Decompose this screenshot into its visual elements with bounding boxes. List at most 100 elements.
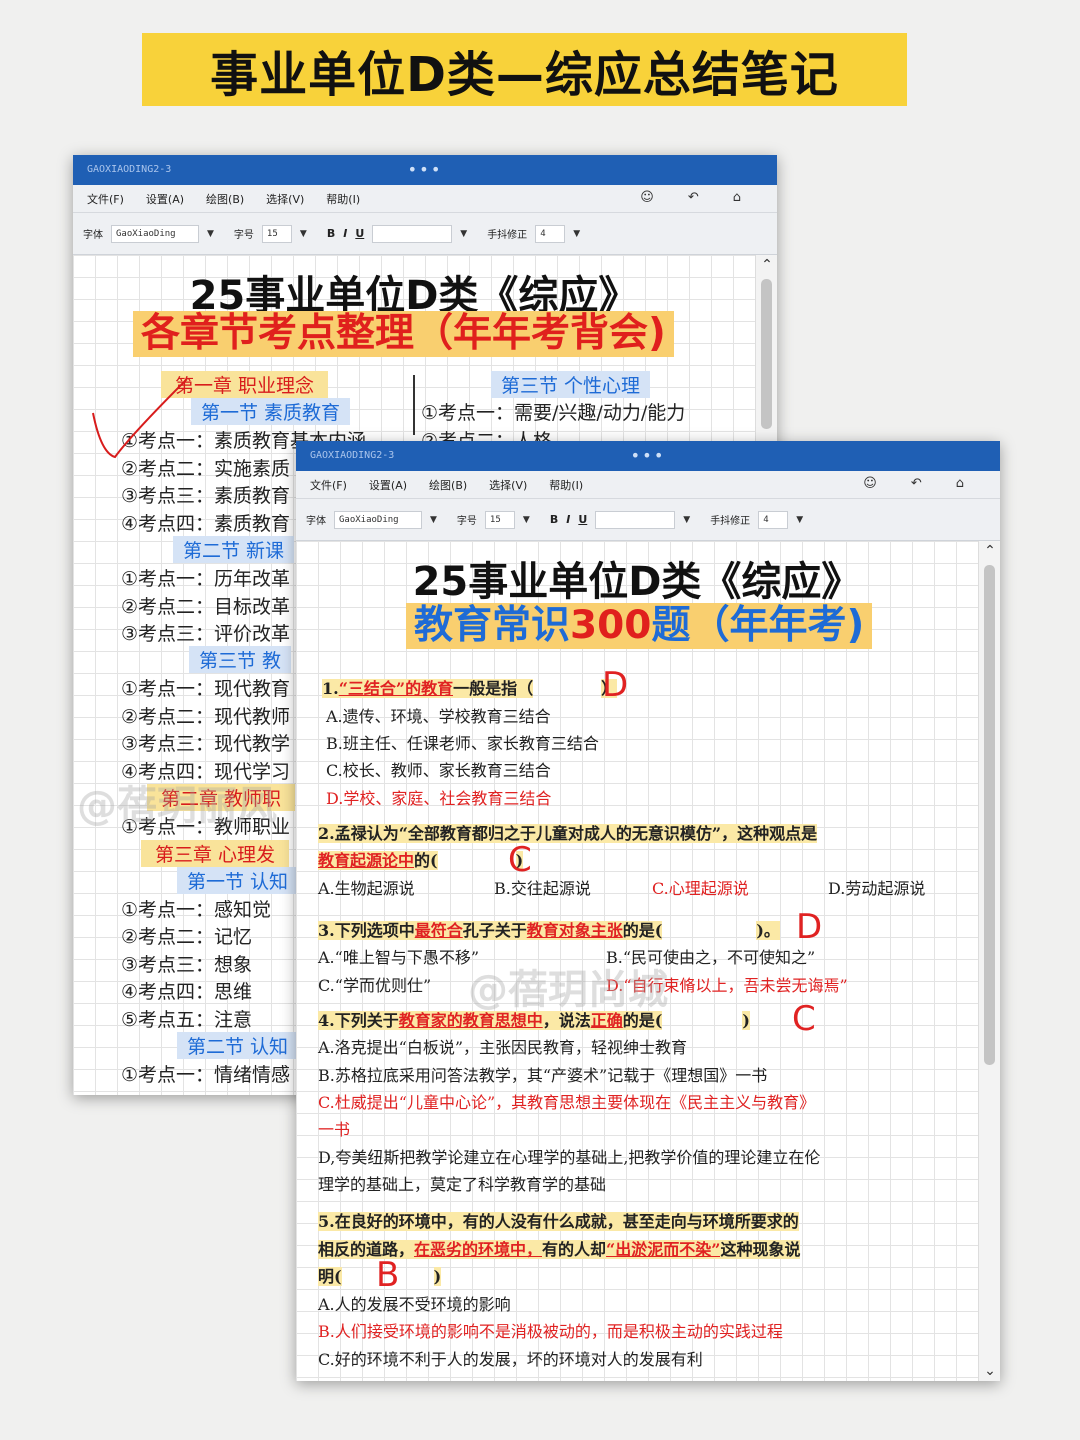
q-highlight: “三结合”的教育 (338, 679, 454, 698)
home-icon[interactable]: ⌂ (956, 476, 964, 491)
undo-icon[interactable]: ↶ (688, 190, 699, 205)
checkmark-icon (92, 378, 188, 459)
size-label: 字号 (233, 230, 254, 241)
section-heading: 第三节 教 (189, 646, 292, 673)
point-line: ②考点二：现代教师 (121, 706, 291, 728)
q-text: 1. (322, 679, 339, 698)
scroll-thumb[interactable] (761, 279, 772, 429)
option: C.“学而优则仕” (318, 976, 432, 995)
font-select[interactable]: GaoXiaoDing (334, 510, 422, 529)
point-line: ⑤考点五：注意 (121, 1009, 253, 1031)
document-canvas[interactable]: 25事业单位D类《综应》 教育常识300题（年年考) 1.“三结合”的教育一般是… (296, 541, 978, 1381)
scroll-up-icon[interactable]: ⌃ (979, 543, 1000, 559)
point-line: ④考点四：思维 (121, 981, 253, 1003)
window-dots-icon[interactable]: ••• (408, 155, 443, 185)
menu-select[interactable]: 选择(V) (489, 477, 527, 493)
section-heading: 第二节 认知 (177, 1032, 299, 1059)
editor-window-front[interactable]: GAOXIAODING2-3 ••• 文件(F) 设置(A) 绘图(B) 选择(… (296, 441, 1000, 1381)
q-text: 相反的道路， (318, 1240, 415, 1259)
menu-help[interactable]: 帮助(I) (326, 191, 360, 207)
page-banner: 事业单位D类—综应总结笔记 (142, 33, 907, 106)
menu-draw[interactable]: 绘图(B) (429, 477, 467, 493)
point-line: ①考点一：现代教育 (121, 678, 291, 700)
q-text: 的( (414, 851, 438, 870)
q-text: ) (742, 1011, 750, 1030)
subtitle-number: 300 (570, 603, 652, 648)
menu-file[interactable]: 文件(F) (310, 477, 347, 493)
title-bar[interactable]: GAOXIAODING2-3 ••• (296, 441, 1000, 471)
point-line: ①考点一：需要/兴趣/动力/能力 (421, 402, 686, 424)
scroll-up-icon[interactable]: ⌃ (756, 257, 777, 273)
q-text: 2.孟禄认为“全部教育都归之于儿童对成人的无意识模仿”，这种观点是 (318, 824, 818, 843)
underline-button[interactable]: U (578, 513, 587, 526)
q-highlight: 教育起源论中 (318, 851, 415, 870)
color-select[interactable] (372, 224, 453, 243)
point-line: ③考点三：素质教育 (121, 485, 291, 507)
chevron-down-icon[interactable]: ▼ (573, 229, 580, 239)
shake-label: 手抖修正 (487, 230, 528, 241)
column-divider (413, 375, 415, 435)
q-text: 孔子关于 (462, 921, 527, 940)
point-line: ④考点四：素质教育 (121, 513, 291, 535)
scroll-thumb[interactable] (984, 565, 995, 1065)
italic-button[interactable]: I (566, 513, 570, 526)
home-icon[interactable]: ⌂ (733, 190, 741, 205)
chevron-down-icon[interactable]: ▼ (796, 515, 803, 525)
option: B.班主任、任课老师、家长教育三结合 (326, 734, 599, 753)
section-heading: 第二节 新课 (173, 536, 295, 563)
size-select[interactable]: 15 (261, 224, 292, 243)
user-icon[interactable]: ☺ (863, 476, 877, 491)
q-text: )。 (756, 921, 780, 940)
underline-button[interactable]: U (355, 227, 364, 240)
size-select[interactable]: 15 (484, 510, 515, 529)
option: A.“唯上智与下愚不移” (318, 948, 480, 967)
option: B.苏格拉底采用问答法教学，其“产婆术”记载于《理想国》一书 (318, 1066, 768, 1085)
menu-bar: 文件(F) 设置(A) 绘图(B) 选择(V) 帮助(I) ☺ ↶ ⌂ (73, 185, 777, 213)
shake-label: 手抖修正 (710, 516, 751, 527)
menu-draw[interactable]: 绘图(B) (206, 191, 244, 207)
option: C.校长、教师、家长教育三结合 (326, 761, 551, 780)
shake-select[interactable]: 4 (535, 224, 566, 243)
undo-icon[interactable]: ↶ (911, 476, 922, 491)
shake-select[interactable]: 4 (758, 510, 789, 529)
window-dots-icon[interactable]: ••• (631, 441, 666, 471)
bold-button[interactable]: B (327, 227, 335, 240)
chevron-down-icon[interactable]: ▼ (523, 515, 530, 525)
chevron-down-icon[interactable]: ▼ (207, 229, 214, 239)
question-1: 1.“三结合”的教育一般是指（） (322, 675, 618, 703)
scroll-down-icon[interactable]: ⌄ (979, 1363, 1000, 1379)
chevron-down-icon[interactable]: ▼ (460, 229, 467, 239)
question-3: 3.下列选项中最符合孔子关于教育对象主张的是()。 (318, 917, 780, 945)
chevron-down-icon[interactable]: ▼ (683, 515, 690, 525)
section-heading: 第三节 个性心理 (491, 371, 651, 398)
handwritten-answer: D (796, 907, 823, 947)
q-text: 的是( (622, 921, 663, 940)
question-2-line2: 教育起源论中的() (318, 847, 524, 875)
question-5: 5.在良好的环境中，有的人没有什么成就，甚至走向与环境所要求的 (318, 1208, 799, 1236)
scrollbar[interactable]: ⌃ ⌄ (978, 541, 1000, 1381)
bold-button[interactable]: B (550, 513, 558, 526)
chevron-down-icon[interactable]: ▼ (300, 229, 307, 239)
chevron-down-icon[interactable]: ▼ (430, 515, 437, 525)
option: D,夸美纽斯把教学论建立在心理学的基础上,把教学价值的理论建立在伦 (318, 1148, 821, 1167)
option: C.好的环境不利于人的发展，坏的环境对人的发展有利 (318, 1350, 703, 1369)
q-text: 一般是指（ (453, 679, 534, 698)
menu-select[interactable]: 选择(V) (266, 191, 304, 207)
italic-button[interactable]: I (343, 227, 347, 240)
title-bar[interactable]: GAOXIAODING2-3 ••• (73, 155, 777, 185)
font-label: 字体 (83, 230, 103, 241)
menu-settings[interactable]: 设置(A) (369, 477, 407, 493)
menu-file[interactable]: 文件(F) (87, 191, 124, 207)
user-icon[interactable]: ☺ (640, 190, 654, 205)
point-line: ①考点一：感知觉 (121, 899, 272, 921)
color-select[interactable] (595, 510, 676, 529)
option-correct: C.杜威提出“儿童中心论”，其教育思想主要体现在《民主主义与教育》 (318, 1093, 816, 1112)
q-highlight: 教育对象主张 (526, 921, 623, 940)
menu-help[interactable]: 帮助(I) (549, 477, 583, 493)
font-select[interactable]: GaoXiaoDing (111, 224, 199, 243)
option-correct-cont: 一书 (318, 1120, 351, 1139)
menu-settings[interactable]: 设置(A) (146, 191, 184, 207)
q-text: 明( (318, 1267, 342, 1286)
point-line: ③考点三：评价改革 (121, 623, 291, 645)
point-line: ③考点三：想象 (121, 954, 253, 976)
